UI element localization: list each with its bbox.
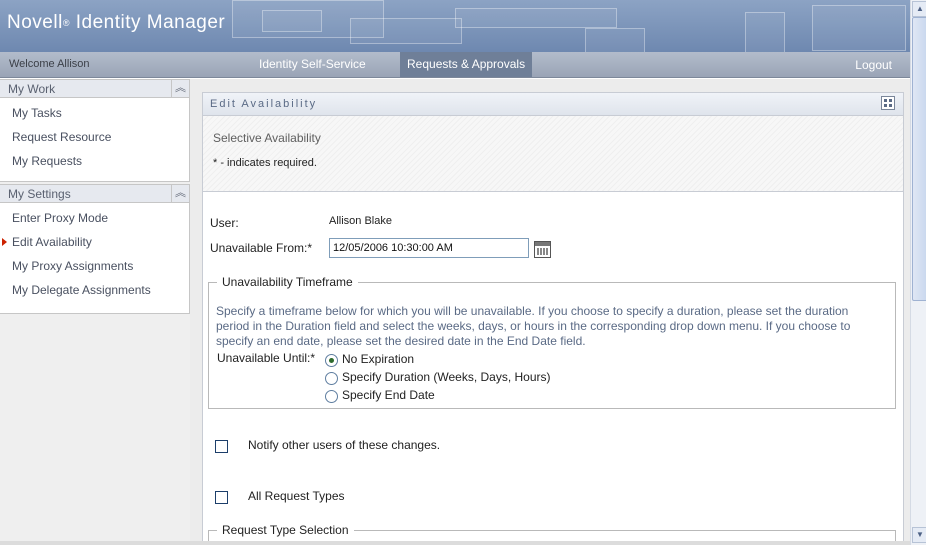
notify-users-label: Notify other users of these changes. [248, 438, 441, 452]
user-label: User: [210, 216, 239, 230]
grid-menu-icon[interactable] [881, 96, 895, 110]
sidebar-item-my-requests[interactable]: My Requests [12, 154, 82, 168]
banner-decoration [455, 8, 617, 28]
panel-header: Edit Availability [203, 93, 903, 116]
my-work-header: My Work ︽ [0, 80, 189, 98]
collapse-icon[interactable]: ︽ [171, 185, 189, 202]
user-value: Allison Blake [329, 215, 392, 227]
sidebar-item-enter-proxy-mode[interactable]: Enter Proxy Mode [12, 211, 108, 225]
option-label: Specify Duration (Weeks, Days, Hours) [342, 370, 551, 384]
registered-mark: ® [62, 17, 70, 28]
unavailable-from-label: Unavailable From:* [210, 241, 313, 255]
app-title: Novell® Identity Manager [7, 12, 225, 34]
selected-arrow-icon [2, 238, 7, 246]
logout-link[interactable]: Logout [855, 58, 892, 72]
banner-decoration [585, 28, 645, 52]
sidebar-item-edit-availability[interactable]: Edit Availability [2, 235, 92, 249]
header-banner: Novell® Identity Manager [0, 0, 910, 52]
sidebar-item-my-proxy-assignments[interactable]: My Proxy Assignments [12, 259, 133, 273]
scroll-thumb[interactable] [912, 17, 926, 301]
calendar-icon[interactable] [534, 241, 551, 258]
banner-decoration [812, 5, 906, 51]
panel-title: My Work [8, 82, 56, 96]
option-label: Specify End Date [342, 388, 435, 402]
scroll-down-icon[interactable]: ▼ [912, 527, 926, 543]
collapse-icon[interactable]: ︽ [171, 80, 189, 97]
sidebar-item-my-tasks[interactable]: My Tasks [12, 106, 62, 120]
edit-availability-panel: Edit Availability Selective Availability… [202, 92, 904, 545]
product-name: Identity Manager [75, 12, 226, 33]
my-settings-panel: My Settings ︽ Enter Proxy Mode Edit Avai… [0, 184, 190, 314]
all-request-types-checkbox[interactable] [215, 491, 228, 504]
welcome-text: Welcome Allison [9, 58, 90, 70]
unavailability-timeframe-group: Unavailability Timeframe Specify a timef… [208, 275, 896, 409]
brand-name: Novell [7, 12, 63, 33]
required-note: * - indicates required. [213, 157, 317, 169]
timeframe-description: Specify a timeframe below for which you … [216, 304, 851, 348]
page-title: Edit Availability [210, 98, 318, 110]
banner-decoration [745, 12, 785, 52]
radio-specify-duration[interactable] [325, 372, 338, 385]
bottom-edge [0, 541, 910, 545]
radio-specify-end-date[interactable] [325, 390, 338, 403]
banner-decoration [350, 18, 462, 44]
my-work-panel: My Work ︽ My Tasks Request Resource My R… [0, 79, 190, 182]
sidebar-item-request-resource[interactable]: Request Resource [12, 130, 111, 144]
tab-identity-self-service[interactable]: Identity Self-Service [252, 52, 373, 77]
banner-decoration [262, 10, 322, 32]
top-nav: Welcome Allison Identity Self-Service Re… [0, 52, 910, 78]
all-request-types-label: All Request Types [248, 489, 345, 503]
my-settings-header: My Settings ︽ [0, 185, 189, 203]
group-legend: Request Type Selection [222, 523, 349, 537]
sidebar-item-my-delegate-assignments[interactable]: My Delegate Assignments [12, 283, 151, 297]
radio-no-expiration[interactable] [325, 354, 338, 367]
group-legend: Unavailability Timeframe [222, 275, 353, 289]
vertical-scrollbar[interactable]: ▲ ▼ [910, 0, 926, 545]
notify-users-checkbox[interactable] [215, 440, 228, 453]
intro-section: Selective Availability * - indicates req… [203, 116, 903, 192]
unavailable-from-input[interactable] [329, 238, 529, 258]
sidebar-item-label: Edit Availability [12, 235, 92, 249]
scroll-up-icon[interactable]: ▲ [912, 1, 926, 17]
sidebar: My Work ︽ My Tasks Request Resource My R… [0, 79, 190, 545]
page-subtitle: Selective Availability [213, 131, 321, 145]
unavailable-until-label: Unavailable Until:* [217, 351, 316, 365]
option-label: No Expiration [342, 352, 415, 366]
main-area: Edit Availability Selective Availability… [190, 79, 910, 545]
panel-title: My Settings [8, 187, 71, 201]
tab-requests-approvals[interactable]: Requests & Approvals [400, 52, 533, 77]
